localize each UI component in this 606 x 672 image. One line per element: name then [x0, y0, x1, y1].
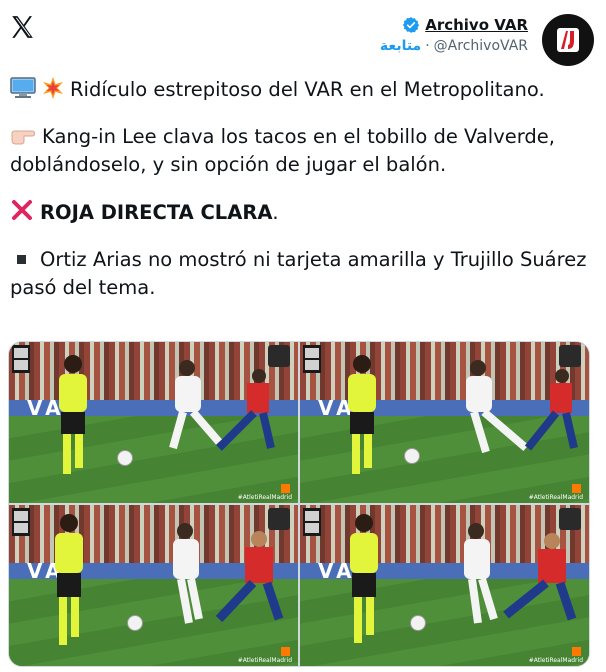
tweet-line-4: Ortiz Arias no mostró ni tarjeta amarill… — [10, 246, 600, 302]
author-handle[interactable]: @ArchivoVAR — [434, 38, 528, 54]
ball — [410, 615, 426, 631]
author-sub-row: متابعة · @ArchivoVAR — [380, 38, 528, 54]
scoreboard — [12, 345, 30, 373]
x-logo-icon[interactable] — [9, 14, 35, 40]
tweet-line-2-text: Kang-in Lee clava los tacos en el tobill… — [10, 125, 555, 176]
referee-figure — [350, 514, 378, 643]
players-figure — [464, 523, 577, 624]
separator-dot: · — [425, 38, 430, 54]
author-name-row: Archivo VAR — [380, 16, 528, 34]
scoreboard — [303, 508, 321, 536]
players-figure — [169, 360, 275, 451]
verified-badge-icon — [403, 17, 420, 33]
tweet-line-3: ROJA DIRECTA CLARA. — [10, 198, 600, 227]
collision-icon — [43, 77, 63, 99]
tweet-line-4-text: Ortiz Arias no mostró ni tarjeta amarill… — [10, 248, 587, 299]
ball — [117, 450, 133, 466]
orange-logo — [572, 484, 581, 493]
archivo-var-logo-icon — [557, 28, 579, 52]
computer-icon — [10, 77, 36, 98]
scoreboard — [303, 345, 321, 373]
media-frame[interactable]: VAR #AtletiRealMadrid — [9, 342, 298, 503]
avatar[interactable] — [542, 14, 594, 66]
players-figure — [173, 523, 284, 624]
black-square-icon — [17, 255, 26, 264]
players-figure — [466, 360, 578, 454]
hashtag: #AtletiRealMadrid — [237, 494, 292, 501]
tweet-line-3-end: . — [272, 201, 279, 224]
referee-figure — [348, 355, 376, 474]
orange-logo — [572, 647, 581, 656]
tweet-text: Ridículo estrepitoso del VAR en el Metro… — [10, 76, 600, 321]
hashtag: #AtletiRealMadrid — [528, 657, 583, 664]
pointing-hand-icon — [11, 130, 36, 145]
tweet-line-3-bold: ROJA DIRECTA CLARA — [40, 201, 273, 224]
media-frame[interactable]: VAR #AtletiRealMadrid — [9, 505, 298, 666]
tweet-header: Archivo VAR متابعة · @ArchivoVAR — [380, 16, 528, 54]
ball — [404, 448, 420, 464]
referee-figure — [55, 514, 83, 645]
tweet-line-2: Kang-in Lee clava los tacos en el tobill… — [10, 123, 600, 179]
tweet-line-1: Ridículo estrepitoso del VAR en el Metro… — [10, 76, 600, 104]
author-display-name[interactable]: Archivo VAR — [425, 16, 528, 34]
media-frame[interactable]: VAR #AtletiRealMadrid — [300, 505, 589, 666]
media-frame[interactable]: VAR #AtletiRealMadrid — [300, 342, 589, 503]
hashtag: #AtletiRealMadrid — [528, 494, 583, 501]
follow-button[interactable]: متابعة — [380, 38, 421, 54]
hashtag: #AtletiRealMadrid — [237, 657, 292, 664]
red-cross-icon — [12, 200, 32, 220]
tweet-line-1-text: Ridículo estrepitoso del VAR en el Metro… — [70, 78, 545, 101]
ball — [127, 615, 143, 631]
media-grid[interactable]: VAR #AtletiRealMadrid VAR #AtletiRealMad… — [8, 341, 590, 667]
orange-logo — [281, 484, 290, 493]
scoreboard — [12, 508, 30, 536]
referee-figure — [59, 355, 87, 474]
orange-logo — [281, 647, 290, 656]
